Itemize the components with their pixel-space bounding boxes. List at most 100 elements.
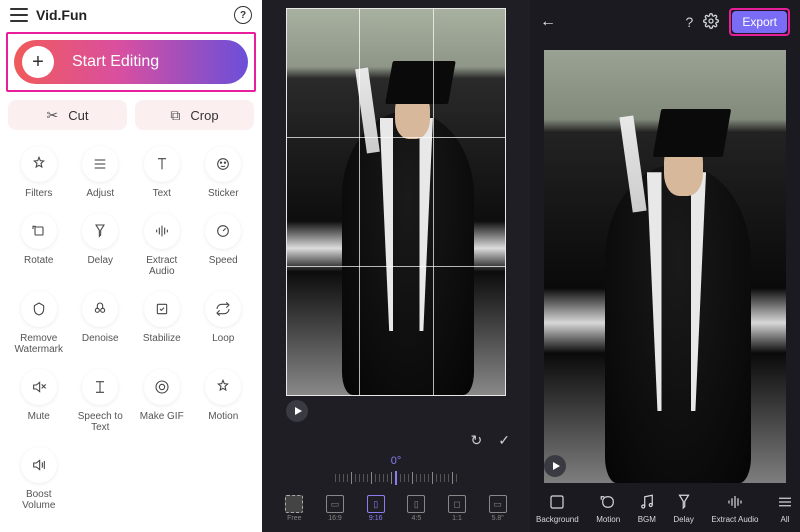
aspect-1-1[interactable]: ◻ 1:1 <box>437 491 478 526</box>
tool-label: Delay <box>673 515 693 524</box>
crop-button[interactable]: ⧉ Crop <box>135 100 254 130</box>
aspect-shape-icon: ▭ <box>489 495 507 513</box>
aspect-ratio-row: Free▭16:9▯9:16▯4:5◻1:1▭5.8" <box>274 487 518 532</box>
tool-adjust[interactable]: Adjust <box>70 146 132 199</box>
editor-tool-all[interactable]: All <box>776 493 794 524</box>
aspect-16-9[interactable]: ▭16:9 <box>315 491 356 526</box>
help-icon[interactable]: ? <box>234 6 252 24</box>
tool-delay[interactable]: Delay <box>70 213 132 277</box>
tool-rotate[interactable]: Rotate <box>8 213 70 277</box>
motion-icon <box>205 369 241 405</box>
crop-editor: ↻ ✓ 0° Free▭16:9▯9:16▯4:5◻1:1▭5.8" <box>262 0 530 532</box>
tool-denoise[interactable]: Denoise <box>70 291 132 355</box>
export-button[interactable]: Export <box>732 11 787 33</box>
aspect-shape-icon: ▯ <box>407 495 425 513</box>
tool-label: Delay <box>87 255 113 266</box>
video-frame <box>286 8 506 396</box>
editor-tool-background[interactable]: Background <box>536 493 579 524</box>
reset-icon[interactable]: ↻ <box>471 432 483 449</box>
tool-label: All <box>781 515 790 524</box>
aspect-label: 4:5 <box>411 515 421 522</box>
tool-grid: Filters Adjust Text Sticker Rotate Delay Extra… <box>0 140 262 517</box>
tool-label: Mute <box>28 411 50 422</box>
aspect-shape-icon: ◻ <box>448 495 466 513</box>
aspect-5-8[interactable]: ▭5.8" <box>477 491 518 526</box>
tool-mute[interactable]: Mute <box>8 369 70 433</box>
editor-tool-extract-audio[interactable]: Extract Audio <box>711 493 758 524</box>
editor-tool-bgm[interactable]: BGM <box>638 493 656 524</box>
tool-motion[interactable]: Motion <box>193 369 255 433</box>
rotation-angle: 0° <box>274 453 518 469</box>
tool-speed[interactable]: Speed <box>193 213 255 277</box>
tool-label: Motion <box>596 515 620 524</box>
aspect-label: 9:16 <box>369 515 383 522</box>
aspect-label: 16:9 <box>328 515 342 522</box>
tool-label: Adjust <box>86 188 114 199</box>
confirm-icon[interactable]: ✓ <box>498 432 510 449</box>
tool-speech-to-text[interactable]: Speech to Text <box>70 369 132 433</box>
graduate-subject <box>326 40 483 395</box>
boost-volume-icon <box>21 447 57 483</box>
editor-tool-motion[interactable]: Motion <box>596 493 620 524</box>
start-editing-label: Start Editing <box>72 53 159 71</box>
tool-label: Motion <box>208 411 238 422</box>
tool-make-gif[interactable]: Make GIF <box>131 369 193 433</box>
aspect-4-5[interactable]: ▯ 4:5 <box>396 491 437 526</box>
scissors-icon: ✂ <box>47 107 59 124</box>
tool-label: Rotate <box>24 255 53 266</box>
export-highlight: Export <box>729 8 790 36</box>
crop-controls: ↻ ✓ 0° Free▭16:9▯9:16▯4:5◻1:1▭5.8" <box>262 428 530 532</box>
aspect-label: Free <box>287 515 301 522</box>
editor-header: ← ? Export <box>530 0 800 44</box>
video-frame <box>544 50 786 483</box>
aspect-label: 1:1 <box>452 515 462 522</box>
filters-icon <box>21 146 57 182</box>
tool-label: Denoise <box>82 333 119 344</box>
cut-button[interactable]: ✂ Cut <box>8 100 127 130</box>
start-editing-button[interactable]: + Start Editing <box>14 40 248 84</box>
cut-label: Cut <box>68 108 88 123</box>
crop-icon: ⧉ <box>170 107 180 124</box>
crop-label: Crop <box>190 108 218 123</box>
tool-label: Stabilize <box>143 333 181 344</box>
tool-boost-volume[interactable]: Boost Volume <box>8 447 70 511</box>
tool-filters[interactable]: Filters <box>8 146 70 199</box>
delay-icon <box>675 493 693 511</box>
tool-loop[interactable]: Loop <box>193 291 255 355</box>
bgm-icon <box>638 493 656 511</box>
tool-label: Extract Audio <box>711 515 758 524</box>
start-editing-highlight: + Start Editing <box>6 32 256 92</box>
sidebar-home: Vid.Fun ? + Start Editing ✂ Cut ⧉ Crop F… <box>0 0 262 532</box>
tool-label: Extract Audio <box>134 255 190 277</box>
tool-text[interactable]: Text <box>131 146 193 199</box>
cut-crop-row: ✂ Cut ⧉ Crop <box>0 100 262 140</box>
menu-icon[interactable] <box>10 8 28 22</box>
aspect-free[interactable]: Free <box>274 491 315 526</box>
tool-label: Sticker <box>208 188 239 199</box>
loop-icon <box>205 291 241 327</box>
extract-audio-icon <box>726 493 744 511</box>
help-icon[interactable]: ? <box>686 14 694 30</box>
crop-preview[interactable] <box>286 8 506 396</box>
gear-icon[interactable] <box>703 13 719 32</box>
tool-label: Speed <box>209 255 238 266</box>
back-icon[interactable]: ← <box>540 13 556 31</box>
plus-icon: + <box>22 46 54 78</box>
tool-remove-watermark[interactable]: Remove Watermark <box>8 291 70 355</box>
editor-toolbar: Background Motion BGM Delay Extract Audio All <box>530 483 800 532</box>
tool-label: BGM <box>638 515 656 524</box>
aspect-9-16[interactable]: ▯ 9:16 <box>355 491 396 526</box>
tool-sticker[interactable]: Sticker <box>193 146 255 199</box>
tool-stabilize[interactable]: Stabilize <box>131 291 193 355</box>
tool-extract-audio[interactable]: Extract Audio <box>131 213 193 277</box>
rotate-icon <box>21 213 57 249</box>
rotation-ruler[interactable] <box>274 469 518 487</box>
editor-tool-delay[interactable]: Delay <box>673 493 693 524</box>
app-title: Vid.Fun <box>36 7 87 23</box>
speech-to-text-icon <box>82 369 118 405</box>
play-button[interactable] <box>544 455 566 477</box>
stabilize-icon <box>144 291 180 327</box>
tool-label: Text <box>153 188 171 199</box>
play-button[interactable] <box>286 400 308 422</box>
aspect-shape-icon: ▯ <box>367 495 385 513</box>
